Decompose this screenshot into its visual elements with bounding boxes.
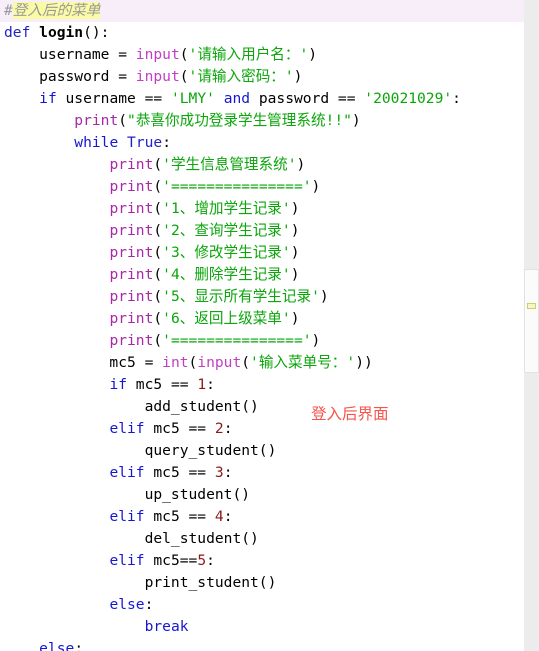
code-line[interactable]: print('===============') [0,330,524,352]
code-line[interactable]: if username == 'LMY' and password == '20… [0,88,524,110]
string-literal: '6、返回上级菜单' [162,310,291,327]
string-literal: '请输入密码：' [188,68,294,85]
code-line[interactable]: while True: [0,132,524,154]
keyword-if: if [39,90,57,107]
function-print: print [109,244,154,261]
code-line[interactable]: print_student() [0,572,524,594]
code-line[interactable]: print('3、修改学生记录') [0,242,524,264]
builtin-int: int [162,354,189,371]
string-literal: '5、显示所有学生记录' [162,288,320,305]
function-print: print [109,288,154,305]
code-content[interactable]: #登入后的菜单 def login(): username = input('请… [0,0,524,651]
string-literal: '20021029' [364,90,453,107]
comment-text: 登入后的菜单 [12,2,101,19]
string-literal: '2、查询学生记录' [162,222,291,239]
keyword-else: else [109,596,145,613]
function-print: print [109,178,154,195]
code-line[interactable]: else: [0,638,524,651]
string-literal: '学生信息管理系统' [162,156,297,173]
code-line[interactable]: print('4、删除学生记录') [0,264,524,286]
code-line[interactable]: #登入后的菜单 [0,0,524,22]
string-literal: 'LMY' [170,90,215,107]
string-literal: '请输入用户名：' [188,46,309,63]
code-line[interactable]: add_student() [0,396,524,418]
number-literal: 4 [214,508,224,525]
code-line[interactable]: if mc5 == 1: [0,374,524,396]
string-literal: '1、增加学生记录' [162,200,291,217]
code-line[interactable]: else: [0,594,524,616]
function-print: print [109,200,154,217]
string-literal: '输入菜单号：' [250,354,356,371]
builtin-input: input [135,46,180,63]
keyword-elif: elif [109,420,145,437]
number-literal: 3 [214,464,224,481]
keyword-break: break [144,618,189,635]
number-literal: 2 [214,420,224,437]
number-literal: 1 [197,376,207,393]
code-line[interactable]: query_student() [0,440,524,462]
string-literal: '===============' [162,332,312,349]
keyword-elif: elif [109,552,145,569]
code-line[interactable]: mc5 = int(input('输入菜单号：')) [0,352,524,374]
string-literal: '4、删除学生记录' [162,266,291,283]
string-literal: "恭喜你成功登录学生管理系统!!" [127,112,352,129]
function-print: print [74,112,119,129]
string-literal: '===============' [162,178,312,195]
builtin-input: input [197,354,242,371]
code-line[interactable]: elif mc5 == 4: [0,506,524,528]
function-print: print [109,156,154,173]
code-line[interactable]: print('2、查询学生记录') [0,220,524,242]
code-line[interactable]: print('6、返回上级菜单') [0,308,524,330]
string-literal: '3、修改学生记录' [162,244,291,261]
literal-true: True [127,134,163,151]
keyword-elif: elif [109,464,145,481]
comment-hash: # [4,2,13,19]
function-print: print [109,332,154,349]
code-line[interactable]: up_student() [0,484,524,506]
code-line[interactable]: print('1、增加学生记录') [0,198,524,220]
code-line[interactable]: elif mc5==5: [0,550,524,572]
number-literal: 5 [197,552,207,569]
code-line[interactable]: def login(): [0,22,524,44]
code-line[interactable]: del_student() [0,528,524,550]
code-line[interactable]: print('5、显示所有学生记录') [0,286,524,308]
function-name-login: login [39,24,84,41]
keyword-while: while [74,134,119,151]
code-line[interactable]: username = input('请输入用户名：') [0,44,524,66]
annotation-login-ui: 登入后界面 [311,405,389,423]
code-editor-surface: #登入后的菜单 def login(): username = input('请… [0,0,524,651]
function-print: print [109,222,154,239]
keyword-elif: elif [109,508,145,525]
keyword-def: def [4,24,31,41]
code-line[interactable]: break [0,616,524,638]
code-line[interactable]: print('学生信息管理系统') [0,154,524,176]
code-line[interactable]: print("恭喜你成功登录学生管理系统!!") [0,110,524,132]
code-line[interactable]: elif mc5 == 3: [0,462,524,484]
function-print: print [109,266,154,283]
keyword-and: and [223,90,251,107]
keyword-else: else [39,640,75,651]
vertical-scrollbar-thumb[interactable] [527,303,536,309]
function-print: print [109,310,154,327]
vertical-scrollbar-track[interactable] [524,269,539,373]
code-line[interactable]: password = input('请输入密码：') [0,66,524,88]
keyword-if: if [109,376,128,393]
code-line[interactable]: elif mc5 == 2: [0,418,524,440]
builtin-input: input [135,68,180,85]
code-line[interactable]: print('===============') [0,176,524,198]
